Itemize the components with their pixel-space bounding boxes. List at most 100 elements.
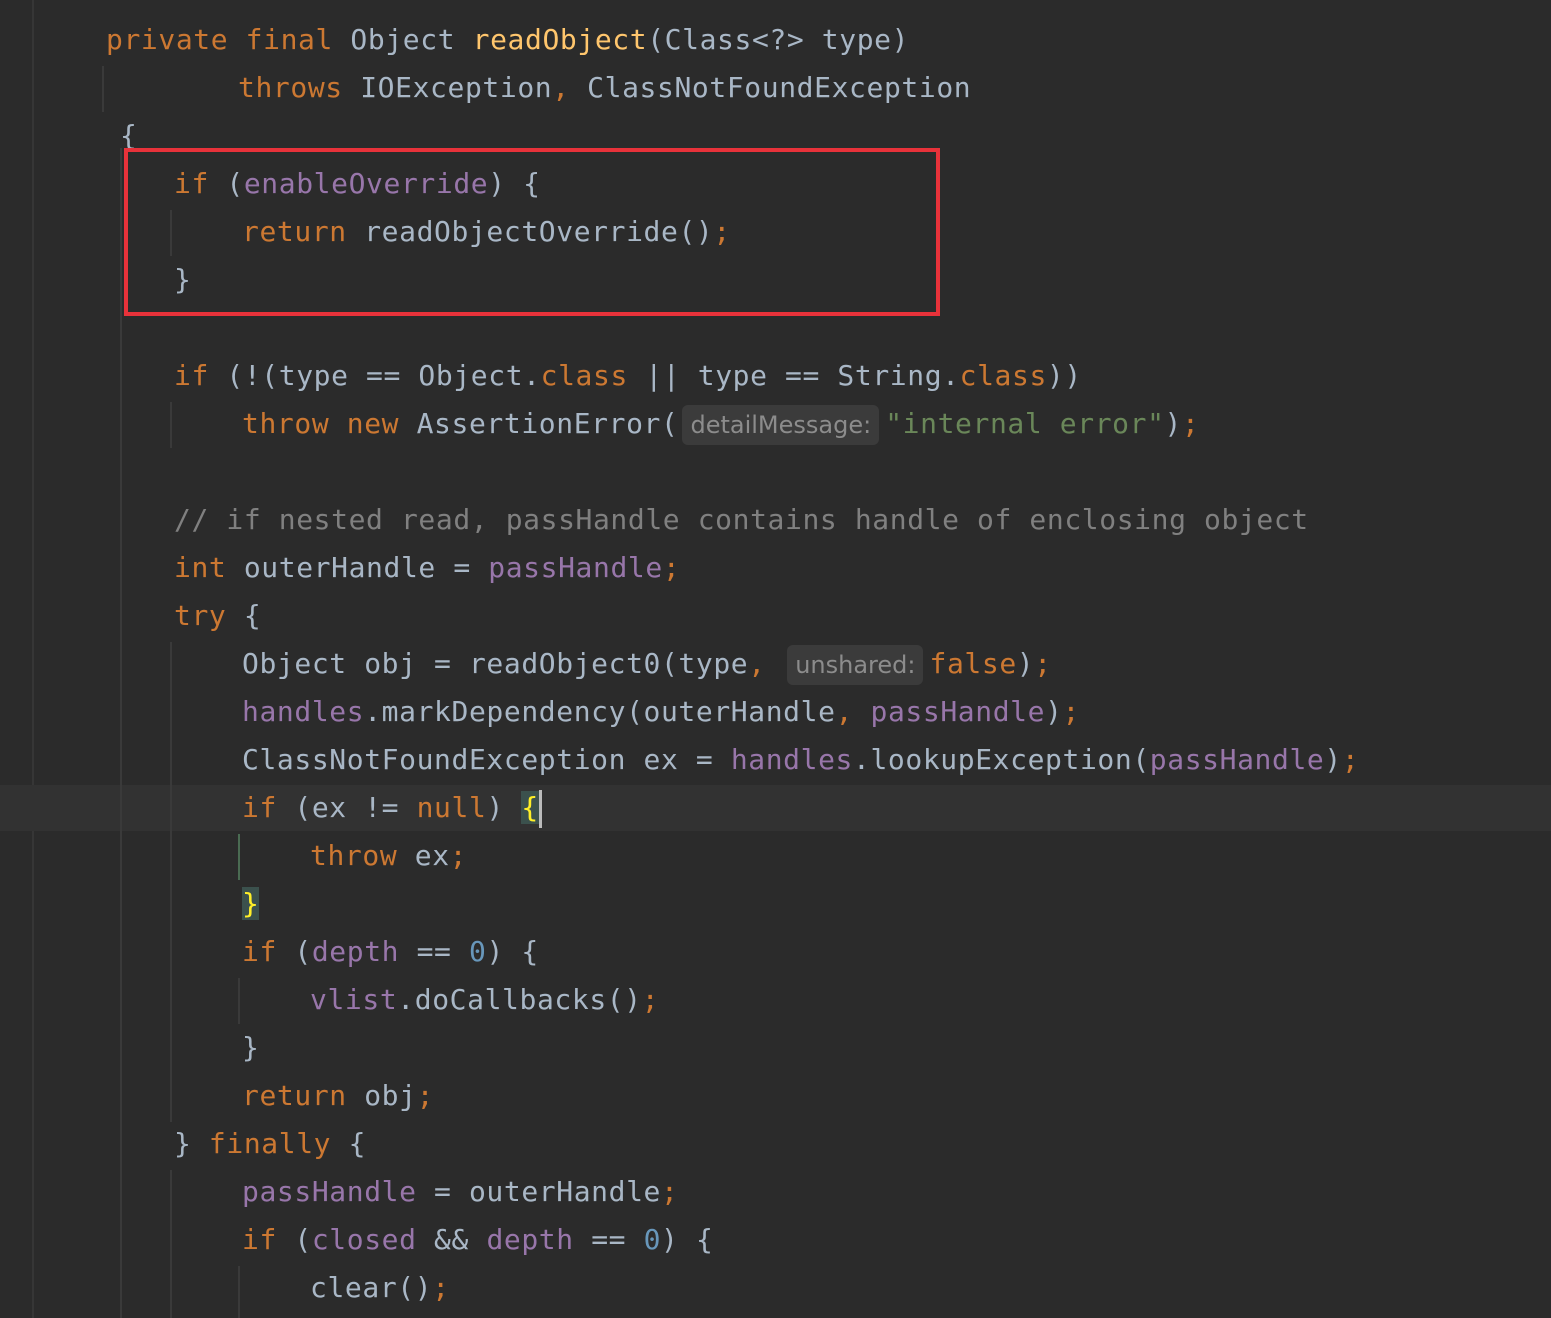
code-line[interactable]: }: [242, 1024, 259, 1072]
keyword-token: class: [959, 359, 1047, 392]
keyword-token: throw: [310, 839, 398, 872]
code-line[interactable]: private final Object readObject(Class<?>…: [106, 16, 909, 64]
keyword-token: ,: [552, 71, 570, 104]
code-line[interactable]: if (!(type == Object.class || type == St…: [174, 352, 1082, 400]
code-token: }: [242, 1031, 260, 1064]
code-line[interactable]: // if nested read, passHandle contains h…: [174, 496, 1309, 544]
code-token: {: [331, 1127, 367, 1160]
code-token: = outerHandle: [416, 1175, 661, 1208]
keyword-token: ;: [1341, 743, 1360, 776]
code-token: Object obj = readObject0(type: [242, 647, 749, 680]
field-token: depth: [486, 1223, 574, 1256]
code-line[interactable]: throw new AssertionError(detailMessage: "…: [242, 400, 1199, 448]
code-token: (ex !=: [276, 791, 417, 824]
current-line-highlight: [0, 785, 1551, 831]
indent-guide: [170, 1170, 172, 1318]
keyword-token: false: [929, 647, 1017, 680]
code-token: ex: [397, 839, 450, 872]
code-line[interactable]: int outerHandle = passHandle;: [174, 544, 680, 592]
field-token: passHandle: [1149, 743, 1325, 776]
code-line[interactable]: Object obj = readObject0(type, unshared:…: [242, 640, 1052, 688]
code-token: .markDependency(outerHandle: [364, 695, 836, 728]
keyword-token: private: [106, 23, 229, 56]
comment-token: // if nested read, passHandle contains h…: [174, 503, 1309, 536]
field-token: vlist: [310, 983, 398, 1016]
gutter-divider: [32, 0, 34, 1318]
indent-guide: [170, 402, 172, 448]
keyword-token: try: [174, 599, 227, 632]
code-token: ==: [399, 935, 469, 968]
code-line[interactable]: try {: [174, 592, 261, 640]
code-line[interactable]: clear();: [310, 1264, 450, 1312]
code-token: ClassNotFoundException: [569, 71, 972, 104]
code-line[interactable]: return obj;: [242, 1072, 434, 1120]
keyword-token: throw: [242, 407, 330, 440]
code-token: || type == String.: [627, 359, 960, 392]
code-line[interactable]: if (depth == 0) {: [242, 928, 539, 976]
code-token: {: [226, 599, 262, 632]
keyword-token: final: [245, 23, 333, 56]
keyword-token: if: [174, 359, 209, 392]
indent-guide: [170, 642, 172, 1122]
keyword-token: ;: [660, 1175, 679, 1208]
code-token: ): [1164, 407, 1182, 440]
keyword-token: throws: [238, 71, 343, 104]
keyword-token: finally: [208, 1127, 332, 1160]
code-token: ): [486, 791, 522, 824]
keyword-token: int: [174, 551, 227, 584]
string-literal-token: "internal error": [885, 407, 1165, 440]
code-token: )): [1046, 359, 1082, 392]
code-line[interactable]: throw ex;: [310, 832, 467, 880]
keyword-token: ;: [1034, 647, 1052, 680]
code-token: outerHandle =: [226, 551, 489, 584]
keyword-token: ;: [1182, 407, 1200, 440]
keyword-token: ;: [432, 1271, 450, 1304]
code-line[interactable]: throws IOException, ClassNotFoundExcepti…: [238, 64, 971, 112]
code-line[interactable]: ClassNotFoundException ex = handles.look…: [242, 736, 1359, 784]
keyword-token: null: [416, 791, 487, 824]
matched-brace: {: [521, 791, 539, 824]
field-token: passHandle: [870, 695, 1046, 728]
code-token: ) {: [661, 1223, 714, 1256]
code-token: .doCallbacks(): [397, 983, 642, 1016]
code-token: ) {: [486, 935, 539, 968]
keyword-token: ;: [641, 983, 660, 1016]
keyword-token: if: [242, 1223, 277, 1256]
code-editor[interactable]: private final Object readObject(Class<?>…: [0, 0, 1551, 1318]
code-token: AssertionError(: [399, 407, 679, 440]
keyword-token: if: [242, 791, 277, 824]
code-line[interactable]: if (closed && depth == 0) {: [242, 1216, 713, 1264]
field-token: passHandle: [242, 1175, 417, 1208]
code-token: ClassNotFoundException ex =: [242, 743, 731, 776]
indent-guide: [238, 978, 240, 1024]
code-token: (: [276, 1223, 312, 1256]
field-token: handles: [242, 695, 365, 728]
code-token: ): [1324, 743, 1342, 776]
code-line[interactable]: if (ex != null) {: [242, 784, 542, 832]
method-name-token: readObject: [472, 23, 648, 56]
code-line[interactable]: } finally {: [174, 1120, 366, 1168]
field-token: handles: [730, 743, 854, 776]
code-line[interactable]: }: [242, 880, 260, 928]
field-token: closed: [311, 1223, 417, 1256]
code-line[interactable]: vlist.doCallbacks();: [310, 976, 659, 1024]
code-line[interactable]: handles.markDependency(outerHandle, pass…: [242, 688, 1080, 736]
indent-guide: [102, 66, 104, 112]
code-token: ): [1016, 647, 1035, 680]
code-token: obj: [346, 1079, 417, 1112]
parameter-hint: unshared:: [787, 645, 924, 685]
code-token: ): [1045, 695, 1063, 728]
keyword-token: if: [242, 935, 277, 968]
keyword-token: ,: [835, 695, 854, 728]
keyword-token: return: [242, 1079, 347, 1112]
keyword-token: class: [540, 359, 628, 392]
annotation-highlight-box: [124, 148, 940, 316]
code-token: (: [276, 935, 312, 968]
code-line[interactable]: passHandle = outerHandle;: [242, 1168, 678, 1216]
keyword-token: ;: [662, 551, 681, 584]
keyword-token: new: [346, 407, 400, 440]
keyword-token: ;: [1062, 695, 1081, 728]
